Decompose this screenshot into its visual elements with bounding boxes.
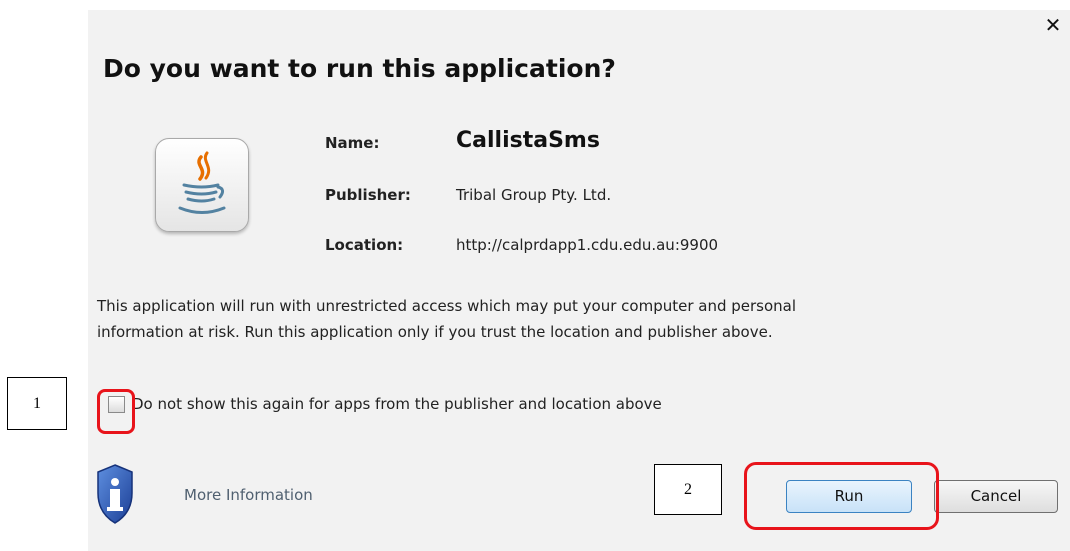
java-icon [155,138,249,232]
info-shield-icon [97,464,133,524]
location-label: Location: [325,236,404,254]
cancel-button[interactable]: Cancel [934,480,1058,513]
callout-2: 2 [654,464,722,515]
run-button-highlight [744,462,939,530]
checkbox-highlight [97,389,135,434]
more-information-link[interactable]: More Information [184,486,313,504]
publisher-value: Tribal Group Pty. Ltd. [456,186,612,204]
security-warning: This application will run with unrestric… [97,293,997,345]
close-icon[interactable]: ✕ [1043,14,1063,36]
warning-line-1: This application will run with unrestric… [97,297,797,315]
location-value: http://calprdapp1.cdu.edu.au:9900 [456,236,719,254]
publisher-label: Publisher: [325,186,411,204]
callout-1: 1 [7,377,67,430]
name-label: Name: [325,134,380,152]
dialog-title: Do you want to run this application? [103,54,616,83]
do-not-show-again-label[interactable]: Do not show this again for apps from the… [132,395,662,413]
name-value: CallistaSms [456,128,600,153]
warning-line-2: information at risk. Run this applicatio… [97,323,773,341]
